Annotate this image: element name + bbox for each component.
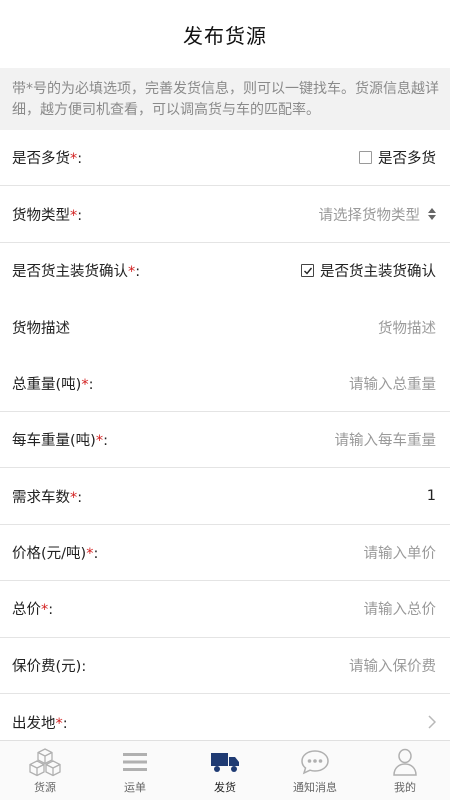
- tab-ship[interactable]: 发货: [180, 741, 270, 800]
- total-weight-input[interactable]: 请输入总重量: [349, 373, 436, 394]
- app-header: 发布货源: [0, 0, 450, 68]
- truck-count-label: 需求车数*:: [12, 489, 83, 506]
- tab-goods-source[interactable]: 货源: [0, 741, 90, 800]
- chevron-right-icon: [428, 715, 436, 729]
- insurance-label: 保价费(元):: [12, 658, 87, 675]
- goods-type-select[interactable]: 请选择货物类型: [319, 204, 436, 225]
- tab-label: 发货: [214, 780, 236, 794]
- tab-label: 运单: [124, 780, 146, 794]
- tab-label: 货源: [34, 780, 56, 794]
- price-label: 价格(元/吨)*:: [12, 545, 99, 562]
- tab-waybill[interactable]: 运单: [90, 741, 180, 800]
- tab-notifications[interactable]: 通知消息: [270, 741, 360, 800]
- required-notice: 带*号的为必填选项，完善发货信息，则可以一键找车。货源信息越详细，越方便司机查看…: [0, 68, 450, 130]
- user-icon: [392, 747, 418, 777]
- chat-bubble-icon: [300, 747, 330, 777]
- price-row[interactable]: 价格(元/吨)*: 请输入单价: [0, 525, 450, 582]
- tab-label: 我的: [394, 780, 416, 794]
- total-price-input[interactable]: 请输入总价: [364, 598, 437, 619]
- cubes-icon: [29, 747, 61, 777]
- insurance-row[interactable]: 保价费(元): 请输入保价费: [0, 638, 450, 694]
- weight-per-truck-input[interactable]: 请输入每车重量: [335, 429, 437, 450]
- multi-goods-label: 是否多货*:: [12, 151, 83, 168]
- select-arrows-icon: [428, 208, 436, 221]
- tab-label: 通知消息: [293, 780, 337, 794]
- page-title: 发布货源: [183, 23, 267, 48]
- total-price-label: 总价*:: [12, 602, 54, 619]
- multi-goods-row: 是否多货*: 是否多货: [0, 130, 450, 187]
- checkbox-unchecked-icon: [359, 151, 372, 165]
- goods-desc-row[interactable]: 货物描述 货物描述: [0, 299, 450, 355]
- publish-form: 是否多货*: 是否多货 货物类型*: 请选择货物类型 是否货主装货确认*: 是否…: [0, 130, 450, 751]
- goods-desc-input[interactable]: 货物描述: [378, 317, 436, 338]
- goods-type-label: 货物类型*:: [12, 207, 83, 224]
- multi-goods-checkbox[interactable]: 是否多货: [359, 147, 436, 168]
- owner-confirm-checkbox[interactable]: 是否货主装货确认: [301, 260, 436, 281]
- truck-count-input[interactable]: 1: [427, 488, 436, 504]
- insurance-input[interactable]: 请输入保价费: [349, 655, 436, 676]
- truck-icon: [210, 747, 240, 777]
- goods-type-row[interactable]: 货物类型*: 请选择货物类型: [0, 186, 450, 243]
- total-weight-row[interactable]: 总重量(吨)*: 请输入总重量: [0, 356, 450, 412]
- owner-confirm-row: 是否货主装货确认*: 是否货主装货确认: [0, 243, 450, 299]
- total-price-row[interactable]: 总价*: 请输入总价: [0, 581, 450, 638]
- owner-confirm-label: 是否货主装货确认*:: [12, 264, 141, 281]
- weight-per-truck-label: 每车重量(吨)*:: [12, 433, 108, 450]
- total-weight-label: 总重量(吨)*:: [12, 376, 94, 393]
- goods-desc-label: 货物描述: [12, 320, 70, 337]
- bottom-tab-bar: 货源 运单 发货 通知消息 我的: [0, 740, 450, 800]
- tab-mine[interactable]: 我的: [360, 741, 450, 800]
- list-icon: [122, 747, 148, 777]
- weight-per-truck-row[interactable]: 每车重量(吨)*: 请输入每车重量: [0, 412, 450, 469]
- truck-count-row[interactable]: 需求车数*: 1: [0, 468, 450, 525]
- checkbox-checked-icon: [301, 264, 314, 278]
- price-input[interactable]: 请输入单价: [364, 542, 437, 563]
- origin-label: 出发地*:: [12, 715, 68, 732]
